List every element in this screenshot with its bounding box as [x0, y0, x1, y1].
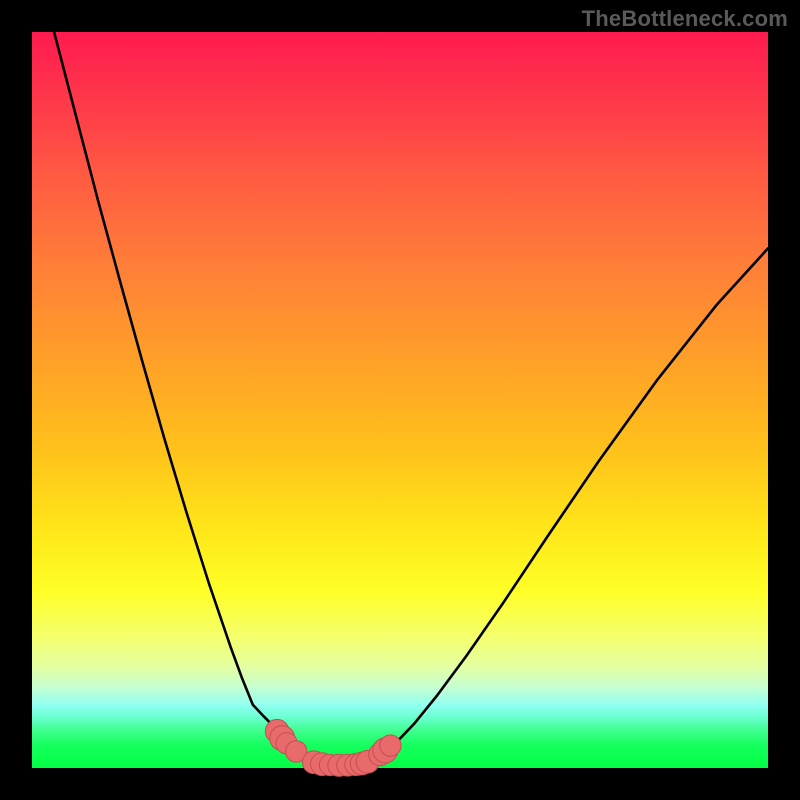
marker-group: [265, 719, 401, 776]
watermark-text: TheBottleneck.com: [582, 6, 788, 32]
chart-stage: TheBottleneck.com: [0, 0, 800, 800]
chart-overlay: [32, 32, 768, 768]
data-marker: [380, 735, 401, 756]
bottleneck-curve: [54, 32, 768, 765]
plot-area: [32, 32, 768, 768]
